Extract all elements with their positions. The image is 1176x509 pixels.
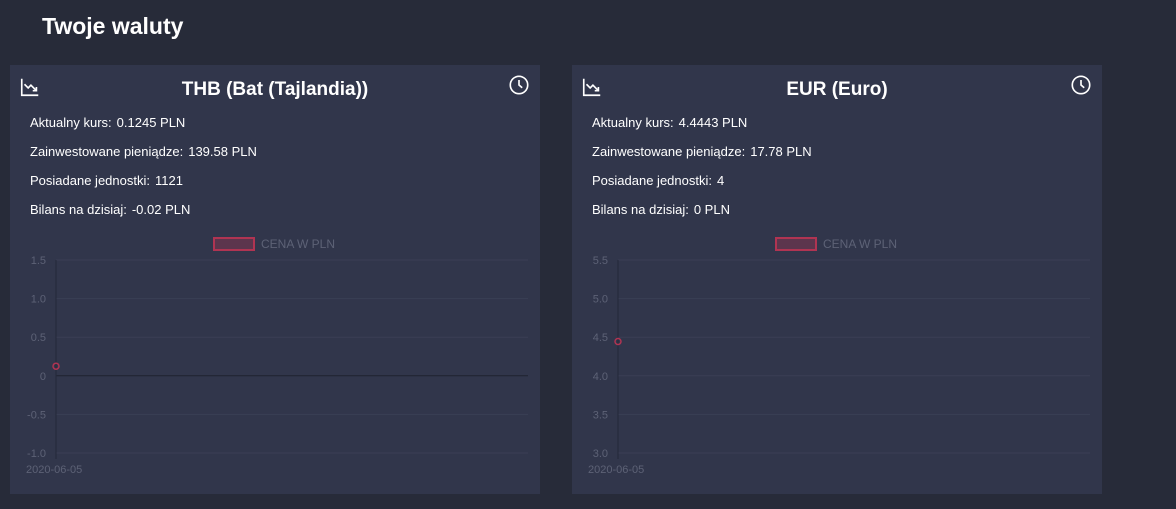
y-tick-label: 1.5 [31, 255, 46, 267]
y-tick-label: 4.5 [593, 332, 608, 344]
y-tick-label: 5.0 [593, 294, 608, 306]
clock-icon[interactable] [1070, 74, 1092, 96]
info-row-rate: Aktualny kurs: 0.1245 PLN [30, 115, 186, 130]
y-tick-label: 0 [40, 371, 46, 383]
currency-card-eur: EUR (Euro) Aktualny kurs: 4.4443 PLN Zain… [572, 65, 1102, 494]
y-tick-label: 5.5 [593, 255, 608, 267]
legend-swatch [775, 237, 817, 251]
legend-label: CENA W PLN [261, 237, 335, 251]
card-info: Aktualny kurs: 0.1245 PLN Zainwestowane p… [30, 115, 257, 231]
card-title: EUR (Euro) [786, 79, 888, 100]
y-tick-label: -1.0 [27, 448, 46, 460]
info-row-rate: Aktualny kurs: 4.4443 PLN [592, 115, 748, 130]
card-info: Aktualny kurs: 4.4443 PLN Zainwestowane p… [592, 115, 812, 231]
card-title: THB (Bat (Tajlandia)) [181, 79, 369, 100]
x-tick-label: 2020-06-05 [26, 464, 82, 476]
price-chart: CENA W PLN 1.5 1.0 0.5 0 -0.5 -1.0 2020-06-05 [26, 237, 528, 476]
info-row-units: Posiadane jednostki: 1121 [30, 173, 183, 188]
price-chart: CENA W PLN 5.5 5.0 4.5 4.0 3.5 3.0 2020-06-05 [588, 237, 1090, 476]
info-row-units: Posiadane jednostki: 4 [592, 173, 725, 188]
info-row-balance: Bilans na dzisiaj: -0.02 PLN [30, 202, 191, 217]
legend-label: CENA W PLN [823, 237, 897, 251]
legend-swatch [213, 237, 255, 251]
clock-icon[interactable] [508, 74, 530, 96]
y-tick-label: 1.0 [31, 294, 46, 306]
page-title: Twoje waluty [42, 13, 184, 39]
y-tick-label: -0.5 [27, 409, 46, 421]
info-row-invested: Zainwestowane pieniądze: 139.58 PLN [30, 144, 257, 159]
y-tick-label: 3.0 [593, 448, 608, 460]
x-tick-label: 2020-06-05 [588, 464, 644, 476]
y-tick-label: 4.0 [593, 371, 608, 383]
y-tick-label: 3.5 [593, 409, 608, 421]
currency-card-thb: THB (Bat (Tajlandia)) Aktualny kurs: 0.12… [10, 65, 540, 494]
info-row-balance: Bilans na dzisiaj: 0 PLN [592, 202, 730, 217]
info-row-invested: Zainwestowane pieniądze: 17.78 PLN [592, 144, 812, 159]
y-tick-label: 0.5 [31, 332, 46, 344]
